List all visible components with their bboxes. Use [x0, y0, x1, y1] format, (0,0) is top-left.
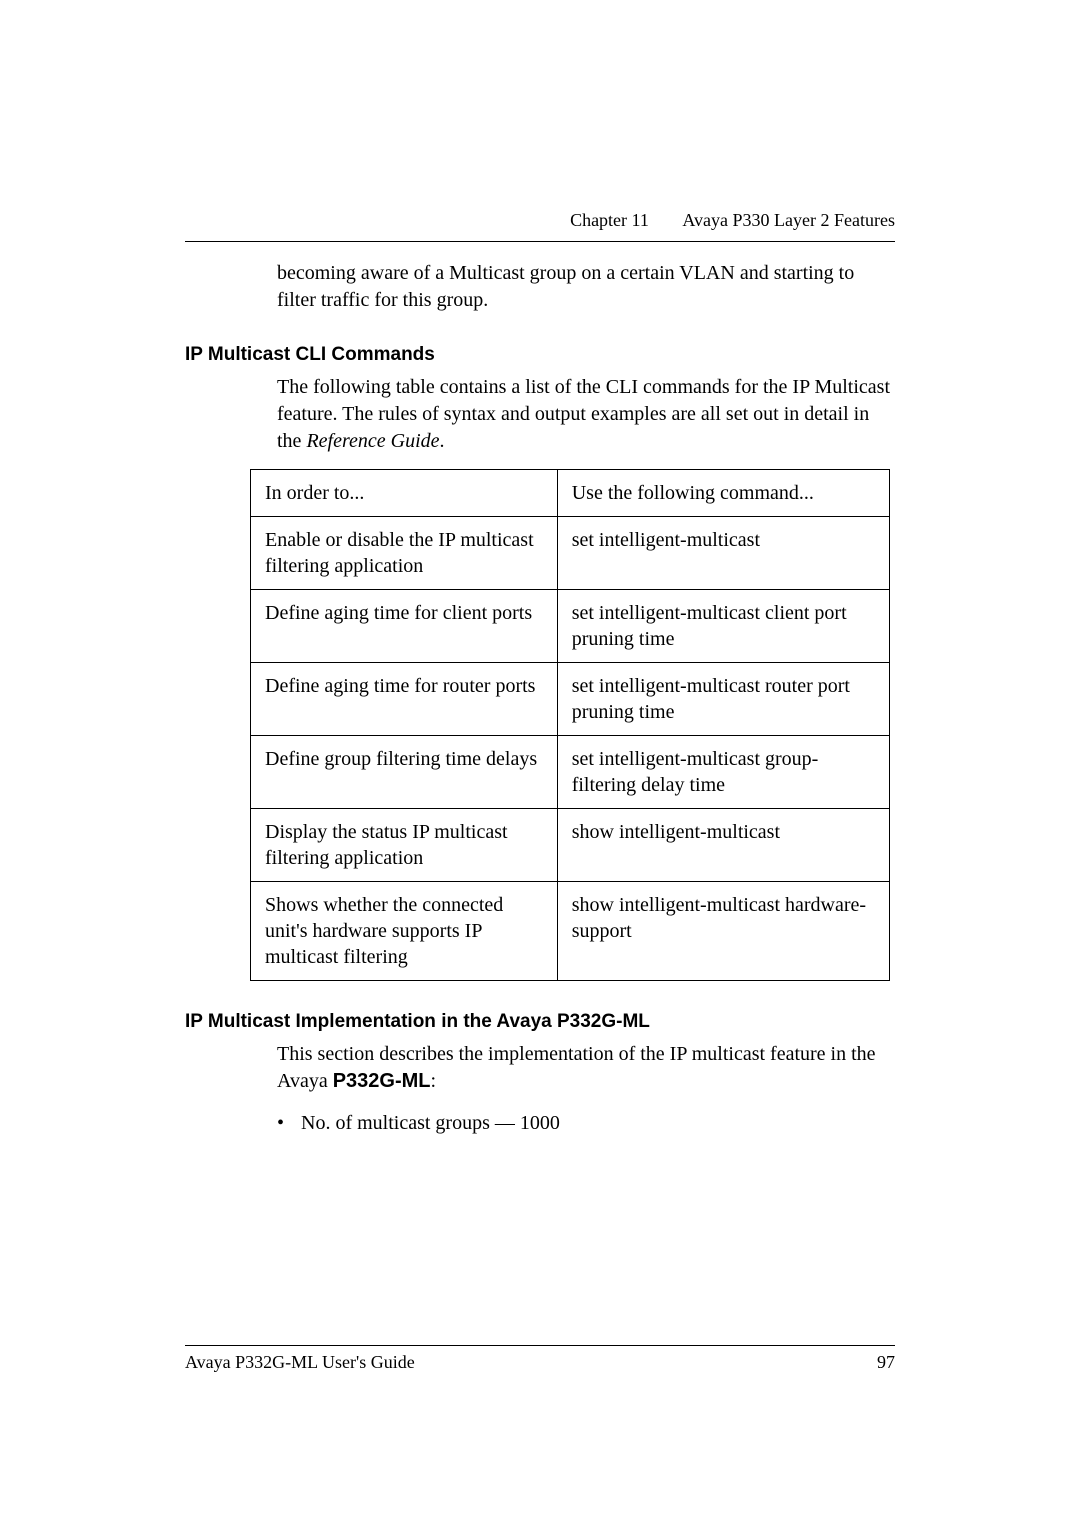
table-row: Enable or disable the IP multicast filte… — [251, 517, 890, 590]
page-footer: Avaya P332G-ML User's Guide 97 — [185, 1345, 895, 1373]
table-cell-right: set intelligent-multicast group-filterin… — [557, 736, 889, 809]
bullet-list: No. of multicast groups — 1000 — [277, 1109, 895, 1137]
table-row: Display the status IP multicast filterin… — [251, 809, 890, 882]
table-cell-left: Enable or disable the IP multicast filte… — [251, 517, 558, 590]
table-cell-left: Shows whether the connected unit's hardw… — [251, 882, 558, 981]
page-number: 97 — [877, 1352, 895, 1373]
table-cell-right: show intelligent-multicast hardware-supp… — [557, 882, 889, 981]
header-title: Avaya P330 Layer 2 Features — [682, 210, 895, 230]
para-text-after-bold: : — [431, 1070, 437, 1092]
table-row: Define aging time for client ports set i… — [251, 590, 890, 663]
section-heading-cli: IP Multicast CLI Commands — [185, 344, 895, 366]
table-cell-right: set intelligent-multicast — [557, 517, 889, 590]
table-header-right: Use the following command... — [557, 470, 889, 517]
table-row: Define aging time for router ports set i… — [251, 663, 890, 736]
table-cell-left: Display the status IP multicast filterin… — [251, 809, 558, 882]
chapter-label: Chapter 11 — [570, 210, 649, 230]
table-header-row: In order to... Use the following command… — [251, 470, 890, 517]
section-intro-impl: This section describes the implementatio… — [277, 1041, 895, 1095]
header-rule — [185, 241, 895, 242]
section-intro-cli: The following table contains a list of t… — [277, 374, 895, 455]
table-cell-left: Define aging time for client ports — [251, 590, 558, 663]
table-cell-left: Define aging time for router ports — [251, 663, 558, 736]
table-row: Define group filtering time delays set i… — [251, 736, 890, 809]
list-item: No. of multicast groups — 1000 — [277, 1109, 895, 1137]
table-cell-right: set intelligent-multicast router port pr… — [557, 663, 889, 736]
page-header: Chapter 11 Avaya P330 Layer 2 Features — [185, 210, 895, 242]
reference-guide-italic: Reference Guide — [306, 430, 439, 452]
table-row: Shows whether the connected unit's hardw… — [251, 882, 890, 981]
table-cell-left: Define group filtering time delays — [251, 736, 558, 809]
header-text: Chapter 11 Avaya P330 Layer 2 Features — [185, 210, 895, 239]
table-cell-right: set intelligent-multicast client port pr… — [557, 590, 889, 663]
footer-left: Avaya P332G-ML User's Guide — [185, 1352, 415, 1373]
para-text-after-italic: . — [440, 430, 445, 452]
continuation-paragraph: becoming aware of a Multicast group on a… — [277, 260, 895, 314]
table-header-left: In order to... — [251, 470, 558, 517]
footer-rule — [185, 1345, 895, 1346]
footer-text: Avaya P332G-ML User's Guide 97 — [185, 1352, 895, 1373]
model-bold: P332G-ML — [333, 1070, 431, 1092]
section-heading-impl: IP Multicast Implementation in the Avaya… — [185, 1011, 895, 1033]
table-cell-right: show intelligent-multicast — [557, 809, 889, 882]
cli-commands-table: In order to... Use the following command… — [250, 469, 890, 981]
